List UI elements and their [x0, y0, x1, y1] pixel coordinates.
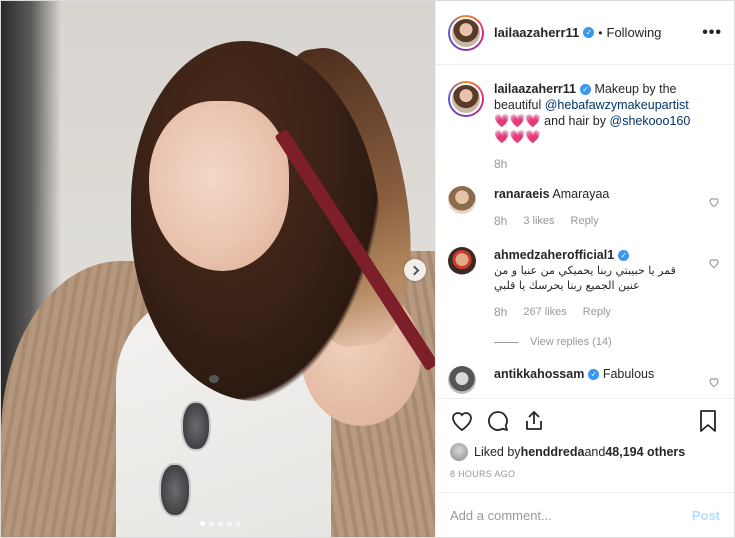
bookmark-icon[interactable]: [696, 409, 720, 433]
like-comment-heart-icon[interactable]: [708, 376, 720, 388]
author-username[interactable]: laila​azaherr11: [494, 25, 579, 40]
action-icons: [450, 407, 720, 435]
view-replies-button[interactable]: View replies (14): [494, 334, 698, 350]
verified-badge-icon: ✓: [618, 250, 630, 262]
comment-row: antikkahossam ✓ Fabulous: [448, 366, 722, 394]
share-icon[interactable]: [522, 409, 546, 433]
carousel-next-button[interactable]: [404, 259, 426, 281]
mention-link[interactable]: @hebafawzymakeupartist: [545, 98, 689, 112]
comment-meta: 8h 3 likes Reply: [494, 213, 698, 229]
separator-dot: •: [598, 25, 603, 40]
instagram-post-view: laila​azaherr11 ✓ • Following ••• laila​…: [0, 0, 735, 538]
comment-time[interactable]: 8h: [494, 304, 507, 320]
comment-body: ahmedzaherofficial1 ✓ قمر يا حبيبتي ربنا …: [494, 247, 722, 350]
add-comment-bar: Add a comment... Post: [436, 492, 734, 537]
photo-sunglasses: [159, 401, 211, 521]
caption-meta: 8h: [494, 156, 698, 172]
avatar[interactable]: [448, 247, 476, 275]
liker-avatar[interactable]: [450, 443, 468, 461]
comment-meta: 8h 267 likes Reply: [494, 304, 698, 320]
avatar: [450, 16, 482, 49]
more-options-icon[interactable]: •••: [702, 24, 722, 42]
carousel-dot: [218, 521, 223, 526]
caption-text: 💗💗💗 and hair by: [494, 114, 610, 128]
caption: laila​azaherr11 ✓ Makeup by the beautiful…: [448, 81, 722, 172]
comment-text: Amarayaa: [552, 187, 610, 201]
comment-body: ranaraeis Amarayaa 8h 3 likes Reply: [494, 186, 722, 229]
comment-username[interactable]: ranaraeis: [494, 187, 550, 201]
following-button[interactable]: Following: [607, 25, 662, 40]
heart-icon[interactable]: [450, 409, 474, 433]
post-actions: Liked by henddreda and 48,194 others 8 H…: [436, 398, 734, 492]
photo-lens: [159, 463, 191, 517]
carousel-dot: [236, 521, 241, 526]
comment-row: ranaraeis Amarayaa 8h 3 likes Reply: [448, 186, 722, 229]
avatar: [450, 83, 482, 115]
comment-avatar-wrap: [448, 186, 480, 229]
carousel-dot: [200, 521, 205, 526]
comment-username[interactable]: ahmedzaherofficial1: [494, 248, 614, 262]
post-photo[interactable]: [1, 1, 435, 537]
comment-likes[interactable]: 267 likes: [523, 304, 566, 320]
carousel-dots: [200, 521, 241, 526]
comment-username[interactable]: antikkahossam: [494, 367, 584, 381]
chevron-right-icon: [409, 265, 419, 275]
view-replies-label: View replies (14): [530, 336, 612, 348]
reply-button[interactable]: Reply: [571, 213, 599, 229]
author-avatar[interactable]: [448, 14, 484, 51]
likes-count[interactable]: 48,194 others: [605, 445, 685, 459]
carousel-dot: [227, 521, 232, 526]
comment-likes[interactable]: 3 likes: [523, 213, 554, 229]
like-comment-heart-icon[interactable]: [708, 196, 720, 208]
mention-link[interactable]: @shekooo160: [610, 114, 691, 128]
caption-avatar-wrap: [448, 81, 484, 172]
caption-avatar[interactable]: [448, 81, 484, 117]
verified-badge-icon: ✓: [588, 369, 600, 381]
likes-prefix: Liked by: [474, 445, 521, 459]
liker-username[interactable]: henddreda: [521, 445, 585, 459]
add-comment-input[interactable]: Add a comment...: [450, 508, 552, 523]
comment-text: Fabulous: [602, 367, 655, 381]
view-replies-line: [494, 341, 518, 343]
avatar[interactable]: [448, 186, 476, 214]
verified-badge-icon: ✓: [580, 84, 592, 96]
caption-text: 💗💗💗: [494, 130, 541, 144]
like-comment-heart-icon[interactable]: [708, 257, 720, 269]
likes-and: and: [584, 445, 606, 459]
reply-button[interactable]: Reply: [583, 304, 611, 320]
comment-icon[interactable]: [486, 409, 510, 433]
photo-face: [149, 101, 289, 271]
comments-list[interactable]: laila​azaherr11 ✓ Makeup by the beautiful…: [436, 65, 734, 398]
comment-text: قمر يا حبيبتي ربنا يحميكي من عنيا و من ع…: [494, 264, 676, 292]
comment-body: antikkahossam ✓ Fabulous: [494, 366, 722, 394]
photo-lens: [181, 401, 211, 451]
comment-avatar-wrap: [448, 247, 480, 350]
post-time-ago[interactable]: 8 HOURS AGO: [450, 469, 720, 479]
comment-time[interactable]: 8h: [494, 213, 507, 229]
caption-time[interactable]: 8h: [494, 156, 507, 172]
caption-body: laila​azaherr11 ✓ Makeup by the beautiful…: [494, 81, 722, 172]
photo-pendant: [209, 375, 219, 383]
post-comment-button[interactable]: Post: [692, 508, 720, 523]
carousel-dot: [209, 521, 214, 526]
verified-badge-icon: ✓: [583, 27, 595, 38]
comment-row: ahmedzaherofficial1 ✓ قمر يا حبيبتي ربنا …: [448, 247, 722, 350]
post-header: laila​azaherr11 ✓ • Following •••: [436, 1, 734, 65]
likes-summary: Liked by henddreda and 48,194 others: [450, 443, 720, 461]
post-side-panel: laila​azaherr11 ✓ • Following ••• laila​…: [435, 1, 734, 537]
comment-avatar-wrap: [448, 366, 480, 394]
avatar[interactable]: [448, 366, 476, 394]
caption-username[interactable]: laila​azaherr11: [494, 82, 576, 96]
